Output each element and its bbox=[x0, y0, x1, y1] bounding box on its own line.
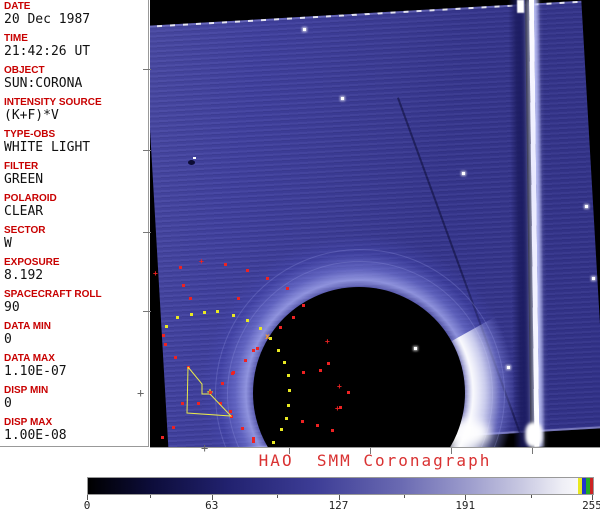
coronagraph-image: +++++xx + bbox=[150, 0, 600, 447]
field-label: OBJECT bbox=[4, 66, 148, 76]
sidebar-field: DATE20 Dec 1987 bbox=[4, 2, 148, 26]
sidebar-field: OBJECTSUN:CORONA bbox=[4, 66, 148, 90]
colorbar-minor-tick bbox=[150, 495, 151, 498]
field-value: 0 bbox=[4, 397, 148, 410]
colorbar-tick-label: 0 bbox=[84, 499, 91, 512]
sidebar-field: POLAROIDCLEAR bbox=[4, 194, 148, 218]
field-value: 20 Dec 1987 bbox=[4, 13, 148, 26]
sidebar-field: EXPOSURE8.192 bbox=[4, 258, 148, 282]
field-value: W bbox=[4, 237, 148, 250]
plot-title: HAO SMM Coronagraph bbox=[150, 451, 600, 470]
sidebar-field: DATA MAX1.10E-07 bbox=[4, 354, 148, 378]
field-value: 1.10E-07 bbox=[4, 365, 148, 378]
colorbar-tick-label: 191 bbox=[455, 499, 475, 512]
colorbar-minor-tick bbox=[531, 495, 532, 498]
field-label: SPACECRAFT ROLL bbox=[4, 290, 148, 300]
field-label: DATA MAX bbox=[4, 354, 148, 364]
sidebar-field: FILTERGREEN bbox=[4, 162, 148, 186]
metadata-sidebar: DATE20 Dec 1987 TIME21:42:26 UT OBJECTSUN:… bbox=[0, 0, 149, 447]
sidebar-field: SECTORW bbox=[4, 226, 148, 250]
field-label: FILTER bbox=[4, 162, 148, 172]
field-value: 1.00E-08 bbox=[4, 429, 148, 442]
field-label: INTENSITY SOURCE bbox=[4, 98, 148, 108]
field-value: 8.192 bbox=[4, 269, 148, 282]
intensity-colorbar bbox=[87, 477, 594, 495]
field-value: 0 bbox=[4, 333, 148, 346]
field-label: DISP MIN bbox=[4, 386, 148, 396]
sidebar-field: SPACECRAFT ROLL90 bbox=[4, 290, 148, 314]
field-value: SUN:CORONA bbox=[4, 77, 148, 90]
field-label: TYPE-OBS bbox=[4, 130, 148, 140]
sidebar-field: TYPE-OBSWHITE LIGHT bbox=[4, 130, 148, 154]
field-value: (K+F)*V bbox=[4, 109, 148, 122]
smm-coronagraph-viewer: { "colors": { "label_red": "#c80000", "v… bbox=[0, 0, 600, 512]
sun-center-left-cross: + bbox=[137, 386, 144, 400]
field-label: SECTOR bbox=[4, 226, 148, 236]
sun-center-marker: + bbox=[207, 389, 213, 396]
left-axis-tick bbox=[143, 311, 151, 312]
field-label: DATE bbox=[4, 2, 148, 12]
colorbar-end-stripe bbox=[590, 478, 593, 494]
field-label: DISP MAX bbox=[4, 418, 148, 428]
field-label: TIME bbox=[4, 34, 148, 44]
field-value: GREEN bbox=[4, 173, 148, 186]
field-value: CLEAR bbox=[4, 205, 148, 218]
colorbar-minor-tick bbox=[404, 495, 405, 498]
field-label: EXPOSURE bbox=[4, 258, 148, 268]
left-axis-tick bbox=[143, 150, 151, 151]
field-value: 90 bbox=[4, 301, 148, 314]
left-axis-tick bbox=[143, 69, 151, 70]
sidebar-field: DISP MIN0 bbox=[4, 386, 148, 410]
left-axis-tick bbox=[143, 232, 151, 233]
field-label: POLAROID bbox=[4, 194, 148, 204]
sidebar-field: DATA MIN0 bbox=[4, 322, 148, 346]
contour-overlay bbox=[150, 0, 600, 447]
field-value: WHITE LIGHT bbox=[4, 141, 148, 154]
colorbar-tick-label: 255 bbox=[582, 499, 600, 512]
field-value: 21:42:26 UT bbox=[4, 45, 148, 58]
colorbar-minor-tick bbox=[277, 495, 278, 498]
field-label: DATA MIN bbox=[4, 322, 148, 332]
sidebar-field: INTENSITY SOURCE(K+F)*V bbox=[4, 98, 148, 122]
sidebar-field: TIME21:42:26 UT bbox=[4, 34, 148, 58]
colorbar-tick-label: 63 bbox=[205, 499, 218, 512]
colorbar-tick-label: 127 bbox=[329, 499, 349, 512]
sidebar-field: DISP MAX1.00E-08 bbox=[4, 418, 148, 442]
